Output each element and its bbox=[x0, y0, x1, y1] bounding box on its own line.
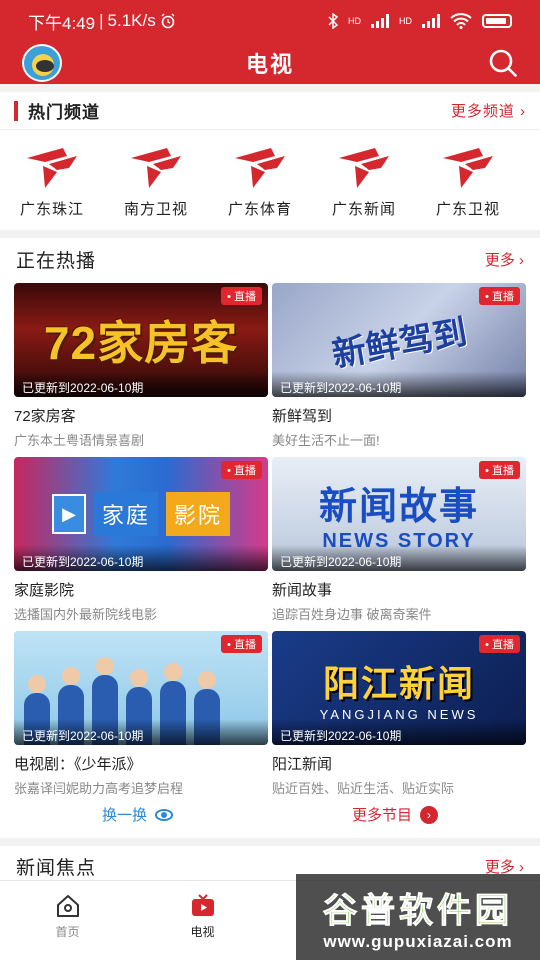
watermark-url: www.gupuxiazai.com bbox=[323, 931, 513, 951]
search-icon[interactable] bbox=[486, 46, 520, 80]
live-badge: • 直播 bbox=[479, 287, 520, 305]
channel-label: 广东体育 bbox=[227, 201, 292, 218]
signal-icon-2 bbox=[422, 14, 440, 28]
channel-label: 广东珠江 bbox=[19, 201, 84, 218]
program-thumbnail[interactable]: • 直播 已更新到2022-06-10期 bbox=[14, 631, 268, 745]
signal-icon-1 bbox=[371, 14, 389, 28]
more-programs-label: 更多节目 bbox=[352, 807, 413, 824]
app-bar: 电视 bbox=[0, 42, 540, 84]
program-name: 新闻故事 bbox=[272, 582, 333, 599]
live-badge: • 直播 bbox=[221, 287, 262, 305]
gdtv-logo-icon bbox=[235, 148, 285, 188]
program-name: 电视剧：《少年派》 bbox=[14, 756, 142, 773]
update-label: 已更新到2022-06-10期 bbox=[272, 545, 526, 571]
alarm-icon bbox=[161, 13, 175, 29]
update-label: 已更新到2022-06-10期 bbox=[272, 719, 526, 745]
program-art-word: 影院 bbox=[166, 492, 231, 536]
tab-home-label: 首页 bbox=[55, 925, 80, 939]
update-label: 已更新到2022-06-10期 bbox=[14, 545, 268, 571]
program-card[interactable]: 阳江新闻 YANGJIANG NEWS • 直播 已更新到2022-06-10期… bbox=[272, 631, 526, 797]
gdtv-logo-icon bbox=[339, 148, 389, 188]
swap-label: 换一换 bbox=[102, 807, 148, 824]
chevron-right-icon: › bbox=[420, 805, 439, 824]
gdtv-logo-icon bbox=[443, 148, 493, 188]
program-card[interactable]: 新闻故事 NEWS STORY • 直播 已更新到2022-06-10期 新闻故… bbox=[272, 457, 526, 623]
channel-item-nanfang[interactable]: 南方卫视 bbox=[104, 142, 208, 219]
program-thumbnail[interactable]: 新鲜驾到 • 直播 已更新到2022-06-10期 bbox=[272, 283, 526, 397]
eye-icon bbox=[155, 808, 174, 821]
live-badge: • 直播 bbox=[479, 635, 520, 653]
now-playing-section: 正在热播 更多 › 72家房客 • 直播 已更新到2022-06-10期 72家… bbox=[0, 238, 540, 838]
program-name: 72家房客 bbox=[14, 408, 76, 425]
news-focus-title: 新闻焦点 bbox=[16, 857, 97, 879]
now-playing-title: 正在热播 bbox=[16, 250, 97, 272]
now-playing-more-link[interactable]: 更多 › bbox=[485, 249, 524, 270]
channel-label: 广东新闻 bbox=[331, 201, 396, 218]
more-programs-button[interactable]: 更多节目 › bbox=[352, 804, 439, 825]
gdtv-logo-icon bbox=[131, 148, 181, 188]
channel-label: 广东卫视 bbox=[435, 201, 500, 218]
channel-item-gd-sports[interactable]: 广东体育 bbox=[208, 142, 312, 219]
channel-item-gd-zhujiang[interactable]: 广东珠江 bbox=[0, 142, 104, 219]
update-label: 已更新到2022-06-10期 bbox=[272, 371, 526, 397]
channel-label: 南方卫视 bbox=[123, 201, 188, 218]
watermark-title: 谷普软件园 bbox=[323, 891, 513, 930]
program-thumbnail[interactable]: 72家房客 • 直播 已更新到2022-06-10期 bbox=[14, 283, 268, 397]
program-name: 家庭影院 bbox=[14, 582, 75, 599]
channel-item-gd-satellite[interactable]: 广东卫视 bbox=[416, 142, 520, 219]
program-card[interactable]: ▶ 家庭 影院 • 直播 已更新到2022-06-10期 家庭影院 选播国内外最… bbox=[14, 457, 268, 623]
hot-channels-section: 热门频道 更多频道 › 广东珠江 南方卫视 广东体育 广东新闻 广东卫视 bbox=[0, 92, 540, 230]
program-desc: 贴近百姓、贴近生活、贴近实际 bbox=[272, 781, 455, 796]
program-desc: 美好生活不止一面! bbox=[272, 433, 380, 448]
swap-button[interactable]: 换一换 bbox=[102, 804, 174, 825]
top-bar: 下午4:49 | 5.1K/s HD HD 电视 bbox=[0, 0, 540, 84]
program-desc: 广东本土粤语情景喜剧 bbox=[14, 433, 145, 448]
program-desc: 选播国内外最新院线电影 bbox=[14, 607, 158, 622]
battery-icon bbox=[482, 14, 512, 28]
signal-label-2: HD bbox=[399, 16, 412, 26]
program-art-title: 阳江新闻 bbox=[322, 662, 475, 704]
channel-item-gd-news[interactable]: 广东新闻 bbox=[312, 142, 416, 219]
gdtv-logo-icon bbox=[27, 148, 77, 188]
program-desc: 追踪百姓身边事 破离奇案件 bbox=[272, 607, 432, 622]
update-label: 已更新到2022-06-10期 bbox=[14, 371, 268, 397]
status-separator: | bbox=[99, 11, 104, 30]
hot-channels-title: 热门频道 bbox=[28, 103, 100, 122]
section-accent-bar bbox=[14, 100, 18, 121]
program-name: 阳江新闻 bbox=[272, 756, 333, 773]
tab-tv[interactable]: 电视 bbox=[135, 881, 270, 960]
program-name: 新鲜驾到 bbox=[272, 408, 333, 425]
user-avatar[interactable] bbox=[22, 44, 62, 82]
program-card[interactable]: • 直播 已更新到2022-06-10期 电视剧：《少年派》 张嘉译闫妮助力高考… bbox=[14, 631, 268, 797]
play-icon: ▶ bbox=[51, 494, 86, 534]
program-card[interactable]: 72家房客 • 直播 已更新到2022-06-10期 72家房客 广东本土粤语情… bbox=[14, 283, 268, 449]
watermark-logo: 谷普软件园 www.gupuxiazai.com bbox=[296, 874, 540, 960]
more-channels-link[interactable]: 更多频道 › bbox=[451, 100, 526, 121]
status-time: 下午4:49 bbox=[28, 13, 96, 33]
bluetooth-icon bbox=[328, 13, 338, 29]
status-speed: 5.1K/s bbox=[107, 11, 156, 30]
program-art-word: 家庭 bbox=[93, 492, 158, 536]
wifi-icon bbox=[450, 13, 472, 29]
tv-icon bbox=[191, 894, 214, 916]
live-badge: • 直播 bbox=[221, 635, 262, 653]
status-bar: 下午4:49 | 5.1K/s HD HD bbox=[0, 0, 540, 42]
home-icon bbox=[56, 895, 79, 917]
program-desc: 张嘉译闫妮助力高考追梦启程 bbox=[14, 781, 184, 796]
program-thumbnail[interactable]: ▶ 家庭 影院 • 直播 已更新到2022-06-10期 bbox=[14, 457, 268, 571]
program-art-title: 新闻故事 bbox=[318, 486, 479, 528]
program-card[interactable]: 新鲜驾到 • 直播 已更新到2022-06-10期 新鲜驾到 美好生活不止一面! bbox=[272, 283, 526, 449]
live-badge: • 直播 bbox=[221, 461, 262, 479]
page-title: 电视 bbox=[245, 52, 294, 77]
program-thumbnail[interactable]: 阳江新闻 YANGJIANG NEWS • 直播 已更新到2022-06-10期 bbox=[272, 631, 526, 745]
tab-tv-label: 电视 bbox=[190, 925, 215, 939]
update-label: 已更新到2022-06-10期 bbox=[14, 719, 268, 745]
signal-label-1: HD bbox=[348, 16, 361, 26]
live-badge: • 直播 bbox=[479, 461, 520, 479]
tab-home[interactable]: 首页 bbox=[0, 881, 135, 960]
program-thumbnail[interactable]: 新闻故事 NEWS STORY • 直播 已更新到2022-06-10期 bbox=[272, 457, 526, 571]
